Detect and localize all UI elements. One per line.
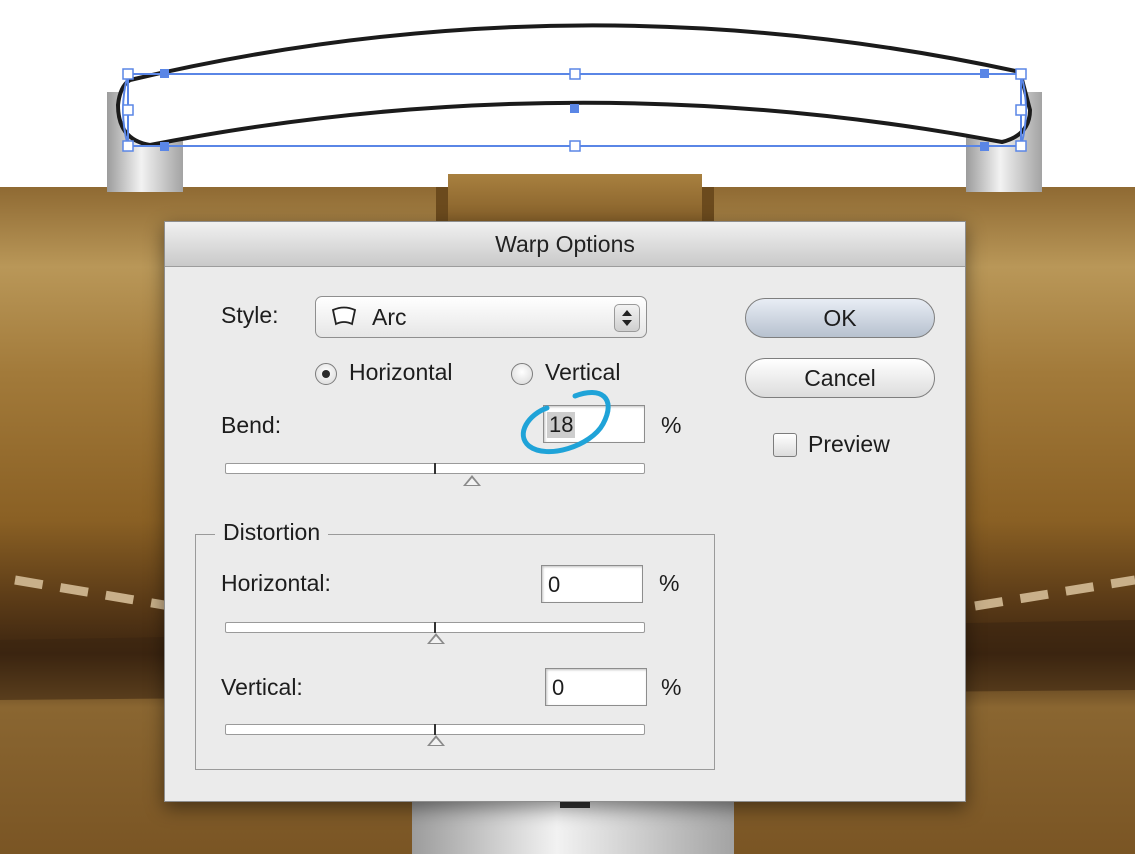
distortion-vertical-input[interactable]: 0 <box>545 668 647 706</box>
style-value: Arc <box>372 304 407 330</box>
bend-slider-center-tick <box>434 463 436 474</box>
horizontal-radio-label: Horizontal <box>349 359 453 385</box>
distortion-vertical-label: Vertical: <box>221 674 303 700</box>
distortion-horizontal-center-tick <box>434 622 436 633</box>
bend-slider-thumb[interactable] <box>463 475 481 486</box>
blue-circle-annotation <box>520 390 611 455</box>
dialog-titlebar[interactable]: Warp Options <box>165 222 965 267</box>
popup-stepper-icon <box>614 304 640 332</box>
distortion-horizontal-unit: % <box>659 570 680 596</box>
distortion-horizontal-input[interactable]: 0 <box>541 565 643 603</box>
cancel-button[interactable]: Cancel <box>745 358 935 398</box>
ok-button[interactable]: OK <box>745 298 935 338</box>
preview-checkbox[interactable] <box>773 433 797 457</box>
preview-label: Preview <box>808 431 890 457</box>
warp-options-dialog: Warp Options Style: Arc Horizontal Verti… <box>164 221 966 802</box>
distortion-vertical-value: 0 <box>552 675 565 700</box>
distortion-vertical-slider-thumb[interactable] <box>427 735 445 746</box>
distortion-horizontal-slider-thumb[interactable] <box>427 633 445 644</box>
bend-unit: % <box>661 412 682 438</box>
distortion-vertical-center-tick <box>434 724 436 735</box>
bend-label: Bend: <box>221 412 282 438</box>
vertical-radio[interactable] <box>511 363 533 385</box>
distortion-horizontal-value: 0 <box>548 572 561 597</box>
horizontal-radio[interactable] <box>315 363 337 385</box>
vertical-radio-label: Vertical <box>545 359 621 385</box>
distortion-horizontal-label: Horizontal: <box>221 570 331 596</box>
arc-warp-icon <box>331 306 357 326</box>
distortion-vertical-unit: % <box>661 674 682 700</box>
dialog-title: Warp Options <box>495 231 635 257</box>
style-popup[interactable]: Arc <box>315 296 647 338</box>
distortion-title: Distortion <box>215 519 329 546</box>
style-label: Style: <box>221 302 279 328</box>
